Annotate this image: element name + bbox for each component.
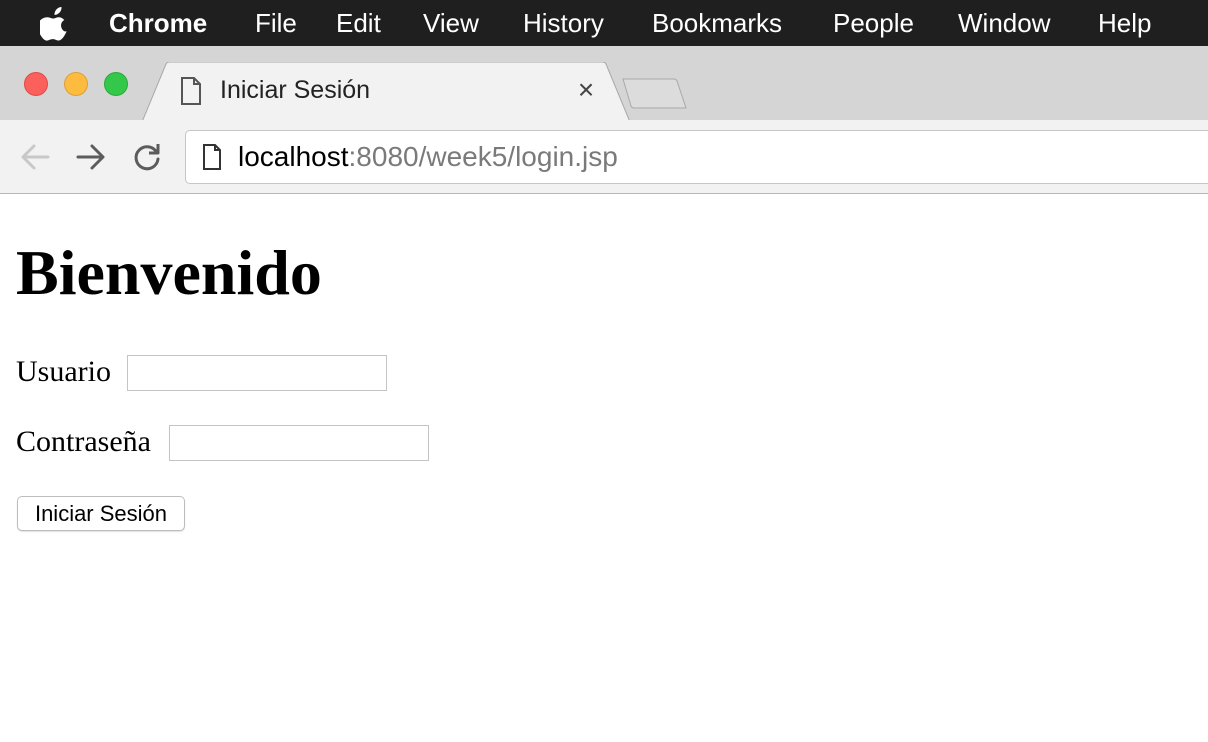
menu-file[interactable]: File [255, 7, 297, 39]
document-icon [203, 144, 221, 170]
back-arrow-icon[interactable] [18, 140, 52, 174]
forward-arrow-icon[interactable] [74, 140, 108, 174]
window-close-button[interactable] [24, 72, 48, 96]
username-label: Usuario [16, 355, 111, 388]
menu-bookmarks[interactable]: Bookmarks [652, 7, 782, 39]
username-input[interactable] [127, 355, 387, 391]
macos-menu-bar: Chrome File Edit View History Bookmarks … [0, 0, 1208, 46]
url-host: localhost [238, 141, 349, 172]
menu-app-chrome[interactable]: Chrome [109, 7, 207, 39]
menu-history[interactable]: History [523, 7, 604, 39]
tab-shape [142, 62, 631, 122]
window-minimize-button[interactable] [64, 72, 88, 96]
page-heading: Bienvenido [16, 237, 322, 308]
document-icon [181, 77, 201, 105]
tab-close-icon[interactable]: × [574, 76, 598, 104]
password-label: Contraseña [16, 425, 151, 458]
window-maximize-button[interactable] [104, 72, 128, 96]
tab-title: Iniciar Sesión [220, 76, 371, 104]
password-input[interactable] [169, 425, 429, 461]
menu-window[interactable]: Window [958, 7, 1050, 39]
url-text[interactable]: localhost:8080/week5/login.jsp [238, 140, 618, 174]
menu-help[interactable]: Help [1098, 7, 1151, 39]
new-tab-button[interactable] [620, 76, 690, 112]
menu-people[interactable]: People [833, 7, 914, 39]
tab-active[interactable]: Iniciar Sesión × [142, 62, 634, 122]
apple-logo-icon[interactable] [40, 5, 72, 41]
menu-view[interactable]: View [423, 7, 479, 39]
reload-icon[interactable] [130, 140, 164, 174]
login-submit-button[interactable]: Iniciar Sesión [17, 496, 185, 531]
url-path: :8080/week5/login.jsp [348, 141, 618, 172]
menu-edit[interactable]: Edit [336, 7, 381, 39]
